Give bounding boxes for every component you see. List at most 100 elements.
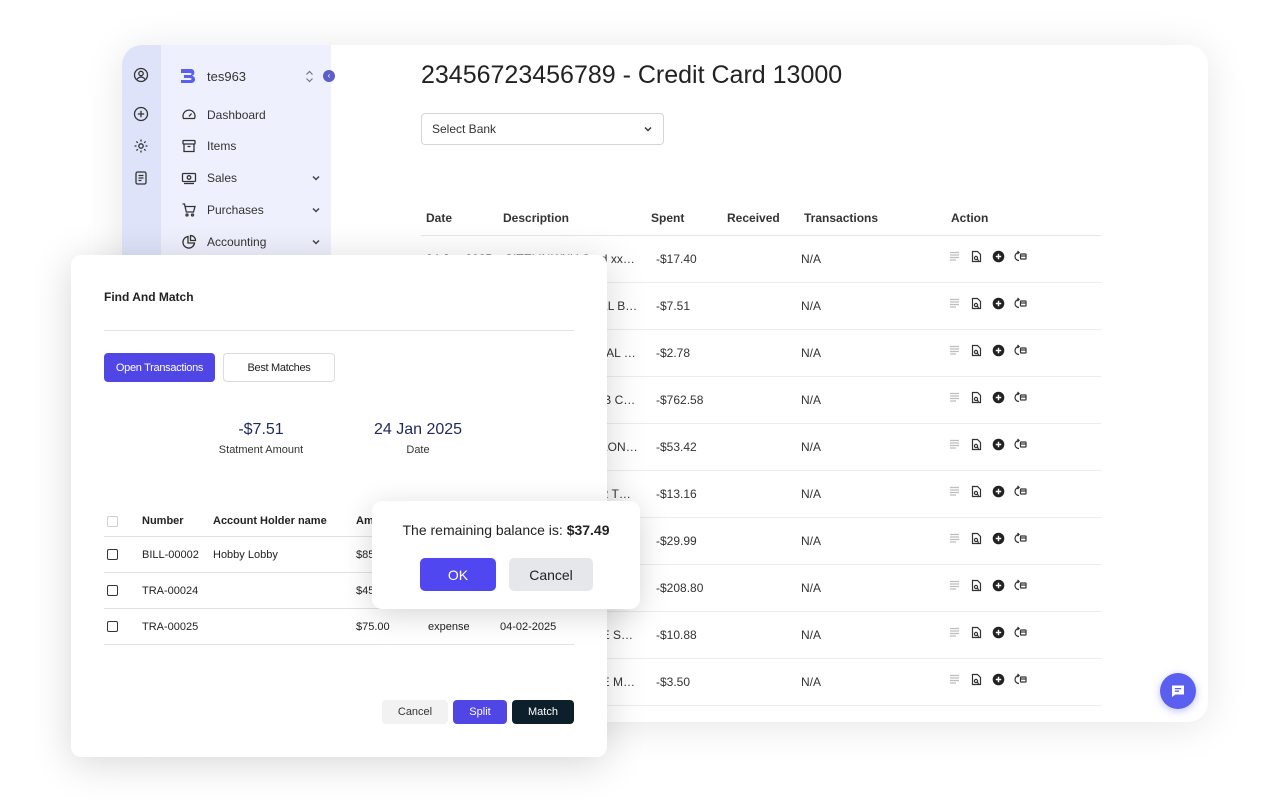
row-actions bbox=[948, 485, 1027, 498]
file-search-icon[interactable] bbox=[970, 438, 983, 451]
cancel-button[interactable]: Cancel bbox=[382, 700, 448, 724]
nav-item-dashboard[interactable]: Dashboard bbox=[181, 105, 321, 125]
brand-logo-icon bbox=[181, 69, 196, 84]
nav-item-accounting[interactable]: Accounting bbox=[181, 232, 321, 252]
file-search-icon[interactable] bbox=[970, 626, 983, 639]
add-circle-icon[interactable] bbox=[992, 344, 1005, 357]
row-transactions: N/A bbox=[801, 628, 822, 642]
add-circle-icon[interactable] bbox=[992, 438, 1005, 451]
transfer-icon[interactable] bbox=[1014, 344, 1027, 357]
transfer-icon[interactable] bbox=[1014, 438, 1027, 451]
notes-icon[interactable] bbox=[948, 438, 961, 451]
plus-circle-icon[interactable] bbox=[133, 106, 149, 122]
row-actions bbox=[948, 297, 1027, 310]
row-checkbox[interactable] bbox=[107, 585, 118, 596]
document-icon[interactable] bbox=[133, 170, 149, 186]
row-transactions: N/A bbox=[801, 581, 822, 595]
date-block: 24 Jan 2025 Date bbox=[348, 421, 488, 456]
row-spent: -$13.16 bbox=[656, 487, 697, 501]
transfer-icon[interactable] bbox=[1014, 297, 1027, 310]
select-bank-dropdown[interactable]: Select Bank bbox=[421, 113, 664, 145]
add-circle-icon[interactable] bbox=[992, 532, 1005, 545]
chat-button[interactable] bbox=[1160, 673, 1196, 709]
add-circle-icon[interactable] bbox=[992, 579, 1005, 592]
row-actions bbox=[948, 532, 1027, 545]
row-transactions: N/A bbox=[801, 252, 822, 266]
file-search-icon[interactable] bbox=[970, 297, 983, 310]
expand-toggle-icon[interactable] bbox=[305, 70, 314, 83]
transfer-icon[interactable] bbox=[1014, 626, 1027, 639]
statement-amount-label: Statment Amount bbox=[218, 444, 304, 456]
ok-button[interactable]: OK bbox=[420, 558, 496, 591]
row-checkbox[interactable] bbox=[107, 549, 118, 560]
file-search-icon[interactable] bbox=[970, 485, 983, 498]
notes-icon[interactable] bbox=[948, 250, 961, 263]
chevron-down-icon bbox=[312, 207, 320, 213]
tab-open-transactions[interactable]: Open Transactions bbox=[104, 353, 215, 382]
row-amount: $75.00 bbox=[356, 621, 390, 633]
split-button[interactable]: Split bbox=[453, 700, 507, 724]
confirm-message-text: The remaining balance is: bbox=[402, 522, 567, 538]
file-search-icon[interactable] bbox=[970, 532, 983, 545]
file-search-icon[interactable] bbox=[970, 673, 983, 686]
add-circle-icon[interactable] bbox=[992, 673, 1005, 686]
transfer-icon[interactable] bbox=[1014, 532, 1027, 545]
file-search-icon[interactable] bbox=[970, 579, 983, 592]
company-name: tes963 bbox=[207, 68, 247, 84]
add-circle-icon[interactable] bbox=[992, 250, 1005, 263]
confirm-message: The remaining balance is: $37.49 bbox=[372, 522, 640, 538]
nav-label: Dashboard bbox=[207, 108, 266, 122]
notes-icon[interactable] bbox=[948, 626, 961, 639]
row-checkbox[interactable] bbox=[107, 621, 118, 632]
row-transactions: N/A bbox=[801, 299, 822, 313]
row-actions bbox=[948, 438, 1027, 451]
row-actions bbox=[948, 579, 1027, 592]
col-account-holder: Account Holder name bbox=[213, 515, 327, 527]
file-search-icon[interactable] bbox=[970, 250, 983, 263]
add-circle-icon[interactable] bbox=[992, 626, 1005, 639]
notes-icon[interactable] bbox=[948, 673, 961, 686]
row-actions bbox=[948, 391, 1027, 404]
nav-label: Purchases bbox=[207, 203, 264, 217]
col-spent: Spent bbox=[651, 211, 685, 225]
notes-icon[interactable] bbox=[948, 391, 961, 404]
collapse-sidebar-button[interactable]: ‹ bbox=[323, 70, 335, 82]
row-actions bbox=[948, 673, 1027, 686]
nav-item-items[interactable]: Items bbox=[181, 136, 321, 156]
transfer-icon[interactable] bbox=[1014, 579, 1027, 592]
row-transactions: N/A bbox=[801, 346, 822, 360]
pie-chart-icon bbox=[182, 234, 197, 249]
confirm-cancel-button[interactable]: Cancel bbox=[509, 558, 593, 591]
notes-icon[interactable] bbox=[948, 532, 961, 545]
row-spent: -$7.51 bbox=[656, 299, 691, 313]
add-circle-icon[interactable] bbox=[992, 391, 1005, 404]
row-spent: -$2.78 bbox=[656, 346, 691, 360]
select-all-checkbox[interactable] bbox=[107, 516, 118, 527]
notes-icon[interactable] bbox=[948, 485, 961, 498]
transfer-icon[interactable] bbox=[1014, 250, 1027, 263]
file-search-icon[interactable] bbox=[970, 391, 983, 404]
tab-best-matches[interactable]: Best Matches bbox=[223, 353, 335, 382]
row-spent: -$53.42 bbox=[656, 440, 697, 454]
row-number: TRA-00025 bbox=[142, 621, 199, 633]
gear-icon[interactable] bbox=[133, 138, 149, 154]
table-row: TRA-00025 $75.00 expense 04-02-2025 bbox=[104, 609, 574, 645]
add-circle-icon[interactable] bbox=[992, 485, 1005, 498]
transfer-icon[interactable] bbox=[1014, 391, 1027, 404]
notes-icon[interactable] bbox=[948, 344, 961, 357]
notes-icon[interactable] bbox=[948, 579, 961, 592]
match-button[interactable]: Match bbox=[512, 700, 574, 724]
add-circle-icon[interactable] bbox=[992, 297, 1005, 310]
statement-amount-block: -$7.51 Statment Amount bbox=[191, 421, 331, 456]
file-search-icon[interactable] bbox=[970, 344, 983, 357]
transfer-icon[interactable] bbox=[1014, 485, 1027, 498]
user-circle-icon[interactable] bbox=[133, 67, 149, 83]
divider bbox=[104, 330, 574, 331]
nav-item-sales[interactable]: Sales bbox=[181, 168, 321, 188]
notes-icon[interactable] bbox=[948, 297, 961, 310]
nav-item-purchases[interactable]: Purchases bbox=[181, 200, 321, 220]
row-type: expense bbox=[428, 621, 470, 633]
transfer-icon[interactable] bbox=[1014, 673, 1027, 686]
row-spent: -$762.58 bbox=[656, 393, 704, 407]
row-date: 04-02-2025 bbox=[500, 621, 557, 633]
